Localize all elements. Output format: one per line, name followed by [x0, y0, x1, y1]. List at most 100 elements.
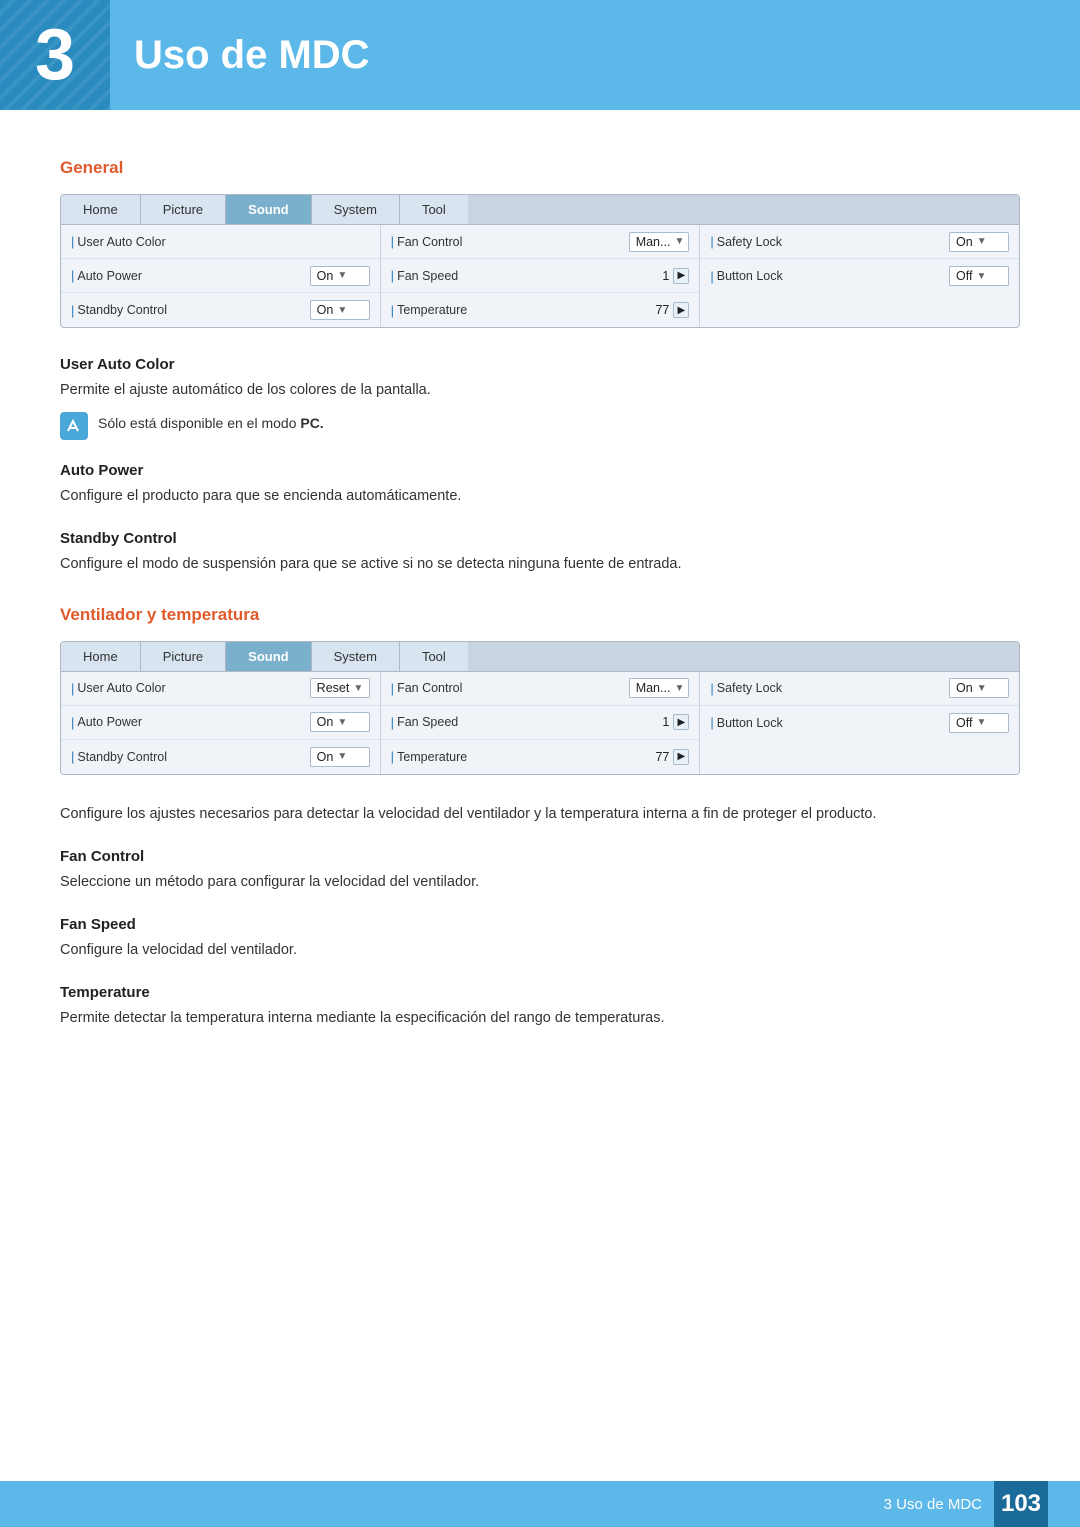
fan-speed-value-1: 1 — [647, 269, 669, 283]
tab-sound-2[interactable]: Sound — [226, 642, 311, 671]
note-svg — [65, 417, 83, 435]
marker-v6: | — [391, 749, 394, 764]
body-temperature: Permite detectar la temperatura interna … — [60, 1007, 1020, 1030]
label-auto-power-2: Auto Power — [77, 715, 309, 729]
sub-heading-fan-speed: Fan Speed — [60, 916, 1020, 933]
section-ventilador-title: Ventilador y temperatura — [60, 605, 1020, 625]
auto-power-select-2[interactable]: On ▼ — [310, 712, 370, 732]
body-fan-speed: Configure la velocidad del ventilador. — [60, 939, 1020, 962]
auto-power-value-1: On — [317, 269, 334, 283]
button-lock-arrow-1: ▼ — [976, 271, 986, 282]
temperature-value-1: 77 — [647, 303, 669, 317]
label-fan-control-2: Fan Control — [397, 681, 629, 695]
row-button-lock-2: | Button Lock Off ▼ — [700, 706, 1019, 740]
user-auto-color-value-2: Reset — [317, 681, 350, 695]
temperature-arrow-1[interactable]: ▶ — [673, 302, 689, 318]
sub-heading-auto-power: Auto Power — [60, 462, 1020, 479]
footer-num-box: 103 — [994, 1481, 1048, 1527]
label-button-lock-1: Button Lock — [717, 269, 949, 283]
fan-control-select-1[interactable]: Man... ▼ — [629, 232, 690, 252]
marker-v1: | — [71, 681, 74, 696]
label-user-auto-color-1: User Auto Color — [77, 235, 369, 249]
standby-control-select-2[interactable]: On ▼ — [310, 747, 370, 767]
general-panel-tabs: Home Picture Sound System Tool — [61, 195, 1019, 225]
safety-lock-arrow-1: ▼ — [977, 236, 987, 247]
marker-v5: | — [391, 715, 394, 730]
row-safety-lock-1: | Safety Lock On ▼ — [700, 225, 1019, 259]
header-number-box: 3 — [0, 0, 110, 110]
user-auto-color-select-2[interactable]: Reset ▼ — [310, 678, 370, 698]
tab-tool-2[interactable]: Tool — [400, 642, 468, 671]
tab-system-1[interactable]: System — [312, 195, 400, 224]
row-temperature-1: | Temperature 77 ▶ — [381, 293, 700, 327]
button-lock-value-1: Off — [956, 269, 972, 283]
button-lock-select-1[interactable]: Off ▼ — [949, 266, 1009, 286]
button-lock-value-2: Off — [956, 716, 972, 730]
body-standby-control: Configure el modo de suspensión para que… — [60, 553, 1020, 576]
standby-control-select-1[interactable]: On ▼ — [310, 300, 370, 320]
note-icon-user-auto-color — [60, 412, 88, 440]
fan-control-value-1: Man... — [636, 235, 671, 249]
sub-heading-fan-control: Fan Control — [60, 848, 1020, 865]
user-auto-color-arrow-2: ▼ — [353, 683, 363, 694]
general-col1: | User Auto Color | Auto Power On ▼ | St… — [61, 225, 381, 327]
standby-control-arrow-1: ▼ — [337, 305, 347, 316]
sub-heading-temperature: Temperature — [60, 984, 1020, 1001]
fan-speed-nav-1: 1 ▶ — [647, 268, 689, 284]
label-safety-lock-1: Safety Lock — [717, 235, 949, 249]
tab-home-1[interactable]: Home — [61, 195, 141, 224]
standby-control-arrow-2: ▼ — [337, 751, 347, 762]
body-auto-power: Configure el producto para que se encien… — [60, 485, 1020, 508]
fan-control-select-2[interactable]: Man... ▼ — [629, 678, 690, 698]
body-user-auto-color: Permite el ajuste automático de los colo… — [60, 379, 1020, 402]
temperature-nav-1: 77 ▶ — [647, 302, 689, 318]
tab-home-2[interactable]: Home — [61, 642, 141, 671]
row-standby-control-1: | Standby Control On ▼ — [61, 293, 380, 327]
sub-heading-user-auto-color: User Auto Color — [60, 356, 1020, 373]
marker-4: | — [391, 234, 394, 249]
button-lock-select-2[interactable]: Off ▼ — [949, 713, 1009, 733]
temperature-nav-2: 77 ▶ — [647, 749, 689, 765]
label-temperature-2: Temperature — [397, 750, 647, 764]
footer-text: 3 Uso de MDC — [884, 1496, 982, 1513]
ventilador-panel-tabs: Home Picture Sound System Tool — [61, 642, 1019, 672]
safety-lock-select-2[interactable]: On ▼ — [949, 678, 1009, 698]
row-fan-control-2: | Fan Control Man... ▼ — [381, 672, 700, 706]
sub-heading-standby-control: Standby Control — [60, 530, 1020, 547]
tab-system-2[interactable]: System — [312, 642, 400, 671]
row-user-auto-color-1: | User Auto Color — [61, 225, 380, 259]
row-auto-power-1: | Auto Power On ▼ — [61, 259, 380, 293]
tab-picture-1[interactable]: Picture — [141, 195, 226, 224]
general-panel-body: | User Auto Color | Auto Power On ▼ | St… — [61, 225, 1019, 327]
safety-lock-select-1[interactable]: On ▼ — [949, 232, 1009, 252]
label-fan-speed-1: Fan Speed — [397, 269, 647, 283]
header-number: 3 — [35, 14, 75, 96]
fan-control-arrow-1: ▼ — [674, 236, 684, 247]
temperature-value-2: 77 — [647, 750, 669, 764]
note-row-user-auto-color: Sólo está disponible en el modo PC. — [60, 412, 1020, 440]
fan-speed-value-2: 1 — [647, 715, 669, 729]
ventilador-col3: | Safety Lock On ▼ | Button Lock Off ▼ — [700, 672, 1019, 774]
button-lock-arrow-2: ▼ — [976, 717, 986, 728]
marker-v4: | — [391, 681, 394, 696]
auto-power-select-1[interactable]: On ▼ — [310, 266, 370, 286]
row-fan-speed-1: | Fan Speed 1 ▶ — [381, 259, 700, 293]
marker-v3: | — [71, 749, 74, 764]
footer: 3 Uso de MDC 103 — [0, 1481, 1080, 1527]
marker-7: | — [710, 234, 713, 249]
temperature-arrow-2[interactable]: ▶ — [673, 749, 689, 765]
row-standby-control-2: | Standby Control On ▼ — [61, 740, 380, 774]
tab-tool-1[interactable]: Tool — [400, 195, 468, 224]
tab-picture-2[interactable]: Picture — [141, 642, 226, 671]
label-standby-control-2: Standby Control — [77, 750, 309, 764]
fan-speed-arrow-1[interactable]: ▶ — [673, 268, 689, 284]
auto-power-arrow-2: ▼ — [337, 717, 347, 728]
ventilador-col2: | Fan Control Man... ▼ | Fan Speed 1 ▶ — [381, 672, 701, 774]
safety-lock-arrow-2: ▼ — [977, 683, 987, 694]
standby-control-value-2: On — [317, 750, 334, 764]
auto-power-arrow-1: ▼ — [337, 270, 347, 281]
fan-speed-arrow-2[interactable]: ▶ — [673, 714, 689, 730]
marker-8: | — [710, 269, 713, 284]
tab-sound-1[interactable]: Sound — [226, 195, 311, 224]
marker-2: | — [71, 268, 74, 283]
